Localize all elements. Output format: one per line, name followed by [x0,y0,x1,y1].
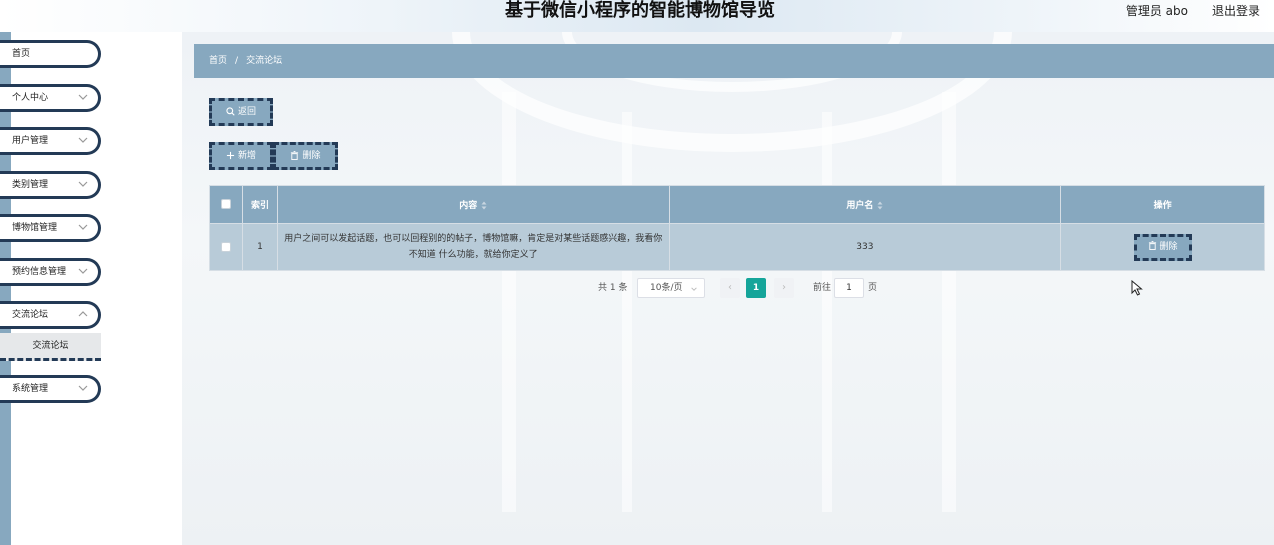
page-size-select[interactable]: 10条/页 [637,278,705,298]
plus-icon [226,151,235,160]
background-decoration [502,92,516,512]
next-page-button[interactable]: › [774,278,794,298]
breadcrumb-home[interactable]: 首页 [209,56,227,66]
column-header-content[interactable]: 内容 [276,185,670,224]
back-button-label: 返回 [237,107,256,117]
goto-page-input[interactable]: 1 [834,278,864,298]
background-decoration [622,112,632,512]
back-button[interactable]: 返回 [209,98,273,126]
sidebar-item-label: 预约信息管理 [12,267,67,277]
row-checkbox[interactable] [220,241,231,252]
main-content: 首页 / 交流论坛 返回 新增 删除 索引 内容 用户名 操作 1 用户之间可以… [182,32,1274,545]
column-header-username-label: 用户名 [846,201,874,211]
prev-page-button[interactable]: ‹ [720,278,740,298]
sidebar-item-label: 用户管理 [12,136,49,146]
row-username: 333 [668,223,1062,271]
logout-link[interactable]: 退出登录 [1212,2,1260,19]
page-size-value: 10条/页 [650,283,683,293]
goto-label: 前往 [813,283,832,293]
chevron-down-icon [78,181,88,187]
page-number-active[interactable]: 1 [746,278,766,298]
app-title: 基于微信小程序的智能博物馆导览 [505,0,775,21]
sidebar-item-reservations[interactable]: 预约信息管理 [0,258,101,286]
sidebar-item-profile[interactable]: 个人中心 [0,84,101,112]
breadcrumb: 首页 / 交流论坛 [194,44,1274,78]
sidebar-item-forum[interactable]: 交流论坛 [0,301,101,329]
sidebar-item-home[interactable]: 首页 [0,40,101,68]
column-header-actions: 操作 [1060,185,1265,224]
column-header-index: 索引 [241,185,278,224]
background-decoration [942,92,956,512]
column-header-content-label: 内容 [459,201,478,211]
batch-delete-button[interactable]: 删除 [273,142,338,170]
add-button-label: 新增 [237,151,256,161]
trash-icon [291,151,299,160]
trash-icon [1148,240,1156,250]
select-all-cell [209,185,243,224]
sidebar-subitem-forum[interactable]: 交流论坛 [0,333,101,361]
background-decoration [822,112,832,512]
mouse-cursor-icon [1131,280,1143,296]
sidebar-item-categories[interactable]: 类别管理 [0,171,101,199]
chevron-down-icon [78,94,88,100]
row-delete-button[interactable]: 删除 [1133,233,1192,261]
batch-delete-button-label: 删除 [302,151,321,161]
add-button[interactable]: 新增 [209,142,273,170]
chevron-down-icon [78,385,88,391]
sidebar: 首页 个人中心 用户管理 类别管理 博物馆管理 预约信息管理 交流论坛 交流论坛… [0,32,182,545]
search-icon [226,107,235,116]
sidebar-item-museums[interactable]: 博物馆管理 [0,214,101,242]
current-user-label: 管理员 abo [1125,4,1188,18]
sort-icon[interactable] [877,201,883,210]
sidebar-item-label: 个人中心 [12,93,49,103]
row-content: 用户之间可以发起话题，也可以回程别的的帖子，博物馆嘛，肯定是对某些话题感兴趣，我… [276,223,670,271]
page-suffix-label: 页 [868,283,878,293]
sidebar-item-label: 交流论坛 [12,310,49,320]
chevron-up-icon [78,311,88,317]
chevron-right-icon: › [782,282,786,293]
top-header: 基于微信小程序的智能博物馆导览 管理员 abo 退出登录 [0,0,1274,32]
breadcrumb-current: 交流论坛 [246,56,283,66]
sidebar-item-system[interactable]: 系统管理 [0,375,101,403]
sidebar-item-label: 系统管理 [12,384,49,394]
chevron-down-icon [78,268,88,274]
row-delete-label: 删除 [1159,241,1178,252]
sidebar-item-users[interactable]: 用户管理 [0,127,101,155]
breadcrumb-separator: / [235,56,239,66]
chevron-down-icon [78,137,88,143]
chevron-down-icon [78,224,88,230]
sidebar-item-label: 首页 [12,49,31,59]
sort-icon[interactable] [481,201,487,210]
table-header-row: 索引 内容 用户名 操作 [209,185,1265,224]
sidebar-item-label: 博物馆管理 [12,223,58,233]
forum-table: 索引 内容 用户名 操作 1 用户之间可以发起话题，也可以回程别的的帖子，博物馆… [209,185,1265,271]
column-header-username[interactable]: 用户名 [668,185,1062,224]
table-row: 1 用户之间可以发起话题，也可以回程别的的帖子，博物馆嘛，肯定是对某些话题感兴趣… [209,223,1265,271]
chevron-left-icon: ‹ [728,282,732,293]
chevron-down-icon [691,287,697,291]
row-actions: 删除 [1060,223,1265,271]
select-all-checkbox[interactable] [220,199,231,210]
row-select-cell [209,223,243,271]
sidebar-item-label: 类别管理 [12,180,49,190]
row-index: 1 [241,223,278,271]
pagination-total: 共 1 条 [598,283,628,293]
